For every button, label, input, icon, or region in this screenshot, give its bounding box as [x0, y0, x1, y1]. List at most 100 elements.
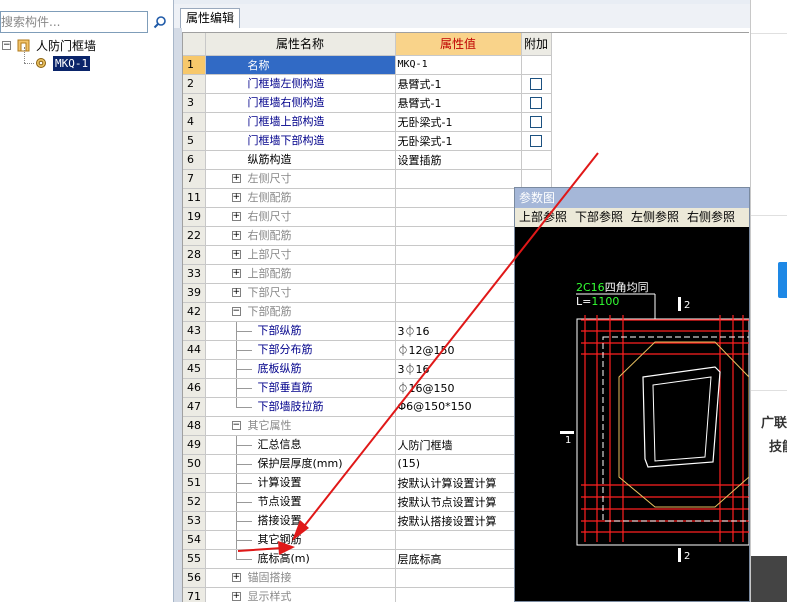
- row-value[interactable]: [395, 245, 522, 265]
- row-name-cell[interactable]: + 锚固搭接: [205, 568, 396, 588]
- header-extra[interactable]: 附加: [521, 33, 552, 56]
- table-row[interactable]: 50 保护层厚度(mm) (15): [183, 454, 552, 474]
- table-row[interactable]: 43 下部纵筋 3⏀16: [183, 321, 552, 341]
- row-value[interactable]: 无卧梁式-1: [395, 131, 522, 151]
- row-name-cell[interactable]: 门框墙右侧构造: [205, 93, 396, 113]
- table-row[interactable]: 11 + 左侧配筋: [183, 188, 552, 208]
- table-row[interactable]: 55 底标高(m) 层底标高: [183, 549, 552, 569]
- row-value[interactable]: 按默认搭接设置计算: [395, 511, 522, 531]
- row-name-cell[interactable]: 纵筋构造: [205, 150, 396, 170]
- row-name-cell[interactable]: 门框墙上部构造: [205, 112, 396, 132]
- table-row[interactable]: 46 下部垂直筋 ⏀16@150: [183, 378, 552, 398]
- row-value[interactable]: [395, 587, 522, 602]
- table-row[interactable]: 7 + 左侧尺寸: [183, 169, 552, 189]
- table-row[interactable]: 56 + 锚固搭接: [183, 568, 552, 588]
- row-value[interactable]: 无卧梁式-1: [395, 112, 522, 132]
- table-row[interactable]: 5 门框墙下部构造 无卧梁式-1: [183, 131, 552, 151]
- tree-root-label[interactable]: 人防门框墙: [36, 38, 96, 55]
- table-row[interactable]: 33 + 上部配筋: [183, 264, 552, 284]
- table-row[interactable]: 6 纵筋构造 设置插筋: [183, 150, 552, 170]
- row-value[interactable]: [395, 283, 522, 303]
- row-name-cell[interactable]: 下部垂直筋: [205, 378, 396, 398]
- figure-tab-left[interactable]: 左侧参照: [627, 208, 683, 227]
- figure-tab-right[interactable]: 右侧参照: [683, 208, 739, 227]
- row-value[interactable]: 3⏀16: [395, 359, 522, 379]
- table-row[interactable]: 53 搭接设置 按默认搭接设置计算: [183, 511, 552, 531]
- tree-child-label[interactable]: MKQ-1: [53, 56, 91, 71]
- row-name-cell[interactable]: 底标高(m): [205, 549, 396, 569]
- row-value[interactable]: ⏀16@150: [395, 378, 522, 398]
- row-name-cell[interactable]: 下部纵筋: [205, 321, 396, 341]
- row-value[interactable]: [395, 226, 522, 246]
- search-input[interactable]: 搜索构件...: [0, 11, 148, 33]
- row-value[interactable]: Φ6@150*150: [395, 397, 522, 417]
- row-name-cell[interactable]: + 上部尺寸: [205, 245, 396, 265]
- row-name-cell[interactable]: 搭接设置: [205, 511, 396, 531]
- row-value[interactable]: [395, 188, 522, 208]
- table-row[interactable]: 45 底板纵筋 3⏀16: [183, 359, 552, 379]
- table-row[interactable]: 52 节点设置 按默认节点设置计算: [183, 492, 552, 512]
- table-row[interactable]: 44 下部分布筋 ⏀12@150: [183, 340, 552, 360]
- table-row[interactable]: 1 名称 MKQ-1: [183, 55, 552, 75]
- row-value[interactable]: 悬臂式-1: [395, 74, 522, 94]
- row-value[interactable]: ⏀12@150: [395, 340, 522, 360]
- row-name-cell[interactable]: − 其它属性: [205, 416, 396, 436]
- row-name-cell[interactable]: 门框墙左侧构造: [205, 74, 396, 94]
- extra-checkbox[interactable]: [530, 78, 542, 90]
- row-value[interactable]: [395, 264, 522, 284]
- table-row[interactable]: 71 + 显示样式: [183, 587, 552, 602]
- row-value[interactable]: [395, 530, 522, 550]
- search-icon[interactable]: [149, 11, 171, 33]
- table-row[interactable]: 22 + 右侧配筋: [183, 226, 552, 246]
- header-name[interactable]: 属性名称: [205, 33, 396, 56]
- figure-tab-top[interactable]: 上部参照: [515, 208, 571, 227]
- row-name-cell[interactable]: 底板纵筋: [205, 359, 396, 379]
- table-row[interactable]: 49 汇总信息 人防门框墙: [183, 435, 552, 455]
- row-value[interactable]: 设置插筋: [395, 150, 522, 170]
- row-value[interactable]: [395, 207, 522, 227]
- table-row[interactable]: 28 + 上部尺寸: [183, 245, 552, 265]
- row-name-cell[interactable]: 下部墙肢拉筋: [205, 397, 396, 417]
- table-row[interactable]: 39 + 下部尺寸: [183, 283, 552, 303]
- row-value[interactable]: [395, 568, 522, 588]
- collapse-icon[interactable]: −: [2, 41, 11, 50]
- row-value[interactable]: 3⏀16: [395, 321, 522, 341]
- row-name-cell[interactable]: 汇总信息: [205, 435, 396, 455]
- row-name-cell[interactable]: 节点设置: [205, 492, 396, 512]
- table-row[interactable]: 48 − 其它属性: [183, 416, 552, 436]
- row-name[interactable]: 名称: [205, 55, 396, 75]
- row-value[interactable]: 人防门框墙: [395, 435, 522, 455]
- row-value[interactable]: 层底标高: [395, 549, 522, 569]
- row-name-cell[interactable]: 下部分布筋: [205, 340, 396, 360]
- row-name-cell[interactable]: − 下部配筋: [205, 302, 396, 322]
- parameter-figure-window[interactable]: 参数图 上部参照 下部参照 左侧参照 右侧参照 2C16四角均同 L=1100 …: [514, 187, 750, 602]
- table-row[interactable]: 51 计算设置 按默认计算设置计算: [183, 473, 552, 493]
- extra-checkbox[interactable]: [530, 97, 542, 109]
- row-name-cell[interactable]: 其它钢筋: [205, 530, 396, 550]
- tab-property-edit[interactable]: 属性编辑: [180, 8, 241, 28]
- table-row[interactable]: 3 门框墙右侧构造 悬臂式-1: [183, 93, 552, 113]
- side-action-button[interactable]: [778, 262, 787, 298]
- row-name-cell[interactable]: 门框墙下部构造: [205, 131, 396, 151]
- row-value[interactable]: [395, 302, 522, 322]
- figure-tab-bottom[interactable]: 下部参照: [571, 208, 627, 227]
- row-value[interactable]: 按默认节点设置计算: [395, 492, 522, 512]
- table-row[interactable]: 47 下部墙肢拉筋 Φ6@150*150: [183, 397, 552, 417]
- row-name-cell[interactable]: + 上部配筋: [205, 264, 396, 284]
- row-name-cell[interactable]: 保护层厚度(mm): [205, 454, 396, 474]
- table-row[interactable]: 19 + 右侧尺寸: [183, 207, 552, 227]
- tree-node-child[interactable]: MKQ-1: [0, 47, 174, 72]
- table-row[interactable]: 54 其它钢筋: [183, 530, 552, 550]
- row-name-cell[interactable]: + 下部尺寸: [205, 283, 396, 303]
- row-name-cell[interactable]: + 显示样式: [205, 587, 396, 602]
- row-name-cell[interactable]: + 左侧尺寸: [205, 169, 396, 189]
- splitter[interactable]: [174, 0, 182, 602]
- figure-title[interactable]: 参数图: [515, 188, 749, 208]
- row-value[interactable]: [395, 169, 522, 189]
- row-name-cell[interactable]: + 左侧配筋: [205, 188, 396, 208]
- extra-checkbox[interactable]: [530, 135, 542, 147]
- row-name-cell[interactable]: + 右侧配筋: [205, 226, 396, 246]
- row-name-cell[interactable]: + 右侧尺寸: [205, 207, 396, 227]
- header-value[interactable]: 属性值: [395, 33, 522, 56]
- extra-checkbox[interactable]: [530, 116, 542, 128]
